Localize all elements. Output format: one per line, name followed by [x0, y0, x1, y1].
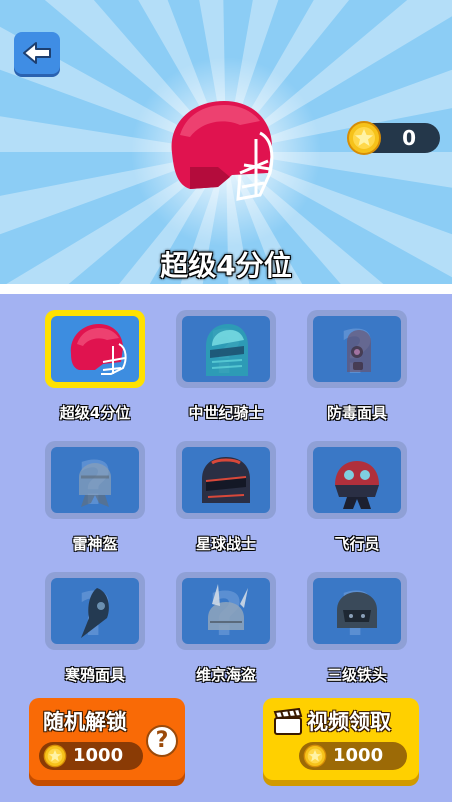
hero-panel: 0 超级4分位	[0, 0, 452, 284]
item-slot[interactable]: ?	[45, 441, 145, 519]
coin-icon	[43, 744, 67, 768]
item-card[interactable]: ? 雷神盔	[45, 441, 147, 553]
item-card[interactable]: ? 三级铁头	[307, 572, 409, 684]
item-slot[interactable]: ?	[176, 310, 276, 388]
plague-mask-icon	[81, 588, 109, 638]
item-card[interactable]: 飞行员	[307, 441, 409, 553]
item-label: 飞行员	[334, 535, 380, 553]
item-label: 超级4分位	[59, 404, 131, 422]
arrow-left-icon	[23, 42, 51, 64]
coin-icon	[303, 744, 327, 768]
item-label: 防毒面具	[326, 404, 387, 422]
viking-helmet-icon	[208, 584, 248, 630]
random-unlock-cost-value: 1000	[73, 745, 124, 766]
gas-mask-icon	[347, 330, 371, 372]
item-card[interactable]: 星球战士	[176, 441, 278, 553]
item-card[interactable]: ? 中世纪骑士	[176, 310, 278, 422]
video-claim-label: 视频领取	[307, 710, 391, 734]
coin-icon	[347, 121, 381, 155]
item-label: 寒鸦面具	[64, 666, 125, 684]
football-helmet-red-icon	[171, 101, 274, 201]
item-slot[interactable]	[45, 310, 145, 388]
item-card[interactable]: ? 防毒面具	[307, 310, 409, 422]
item-slot[interactable]: ?	[307, 572, 407, 650]
item-label: 雷神盔	[72, 535, 118, 553]
item-card[interactable]: ? 寒鸦面具	[45, 572, 147, 684]
item-card[interactable]: 超级4分位	[45, 310, 147, 422]
item-slot[interactable]: ?	[45, 572, 145, 650]
level3-helmet-icon	[337, 592, 377, 628]
knight-helmet-icon	[206, 324, 248, 376]
item-slot[interactable]	[176, 441, 276, 519]
video-claim-button[interactable]: 视频领取 1000	[263, 698, 419, 780]
back-button[interactable]	[14, 32, 60, 74]
football-helmet-red-icon	[70, 324, 127, 375]
item-label: 中世纪骑士	[188, 404, 264, 422]
random-unlock-label: 随机解锁	[43, 710, 127, 734]
coin-counter: 0	[347, 121, 440, 155]
item-slot[interactable]: ?	[307, 310, 407, 388]
space-warrior-helmet-icon	[202, 457, 250, 503]
thor-helmet-icon	[79, 463, 111, 507]
help-button[interactable]: ?	[146, 725, 178, 757]
video-clapper-icon	[273, 708, 303, 735]
item-label: 维京海盗	[195, 666, 256, 684]
video-claim-cost-value: 1000	[333, 745, 384, 766]
hero-title: 超级4分位	[160, 249, 292, 282]
item-label: 星球战士	[195, 535, 256, 553]
video-claim-cost: 1000	[299, 742, 407, 770]
panel-divider	[0, 284, 452, 294]
item-label: 三级铁头	[326, 666, 387, 684]
random-unlock-cost: 1000	[39, 742, 143, 770]
pilot-helmet-icon	[335, 461, 379, 509]
item-slot[interactable]: ?	[176, 572, 276, 650]
item-slot[interactable]	[307, 441, 407, 519]
coin-count: 0	[402, 126, 416, 150]
item-card[interactable]: ? 维京海盗	[176, 572, 278, 684]
